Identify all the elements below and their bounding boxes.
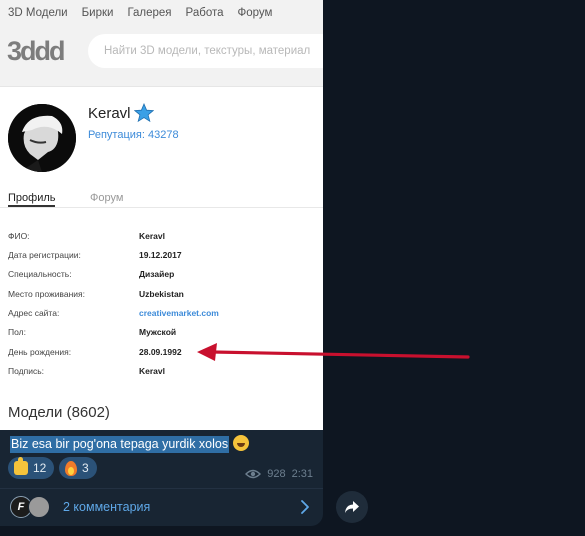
field-value: Uzbekistan <box>139 289 184 299</box>
field-label: Адрес сайта: <box>8 308 60 318</box>
view-count: 928 <box>267 468 286 480</box>
field-label: Подпись: <box>8 366 45 376</box>
field-value: 28.09.1992 <box>139 347 182 357</box>
reaction-count: 3 <box>82 461 89 475</box>
site-header: 3ddd Найти 3D модели, текстуры, материал <box>0 26 323 86</box>
tabs-divider <box>0 207 323 208</box>
star-icon <box>134 103 154 123</box>
nav-item-gallery: Галерея <box>127 7 172 19</box>
field-label: День рождения: <box>8 347 72 357</box>
site-search-field: Найти 3D модели, текстуры, материал <box>88 34 323 68</box>
caption-text: Biz esa bir pog'ona tepaga yurdik xolos <box>10 436 230 453</box>
reaction-count: 12 <box>33 461 47 475</box>
field-value-link: creativemarket.com <box>139 308 219 318</box>
field-value: Keravl <box>139 366 165 376</box>
share-button[interactable] <box>336 491 368 523</box>
header-divider <box>0 86 323 87</box>
profile-avatar <box>8 104 76 172</box>
fire-icon <box>65 460 77 476</box>
nav-item-work: Работа <box>185 7 224 19</box>
svg-text:3ddd: 3ddd <box>7 36 64 66</box>
field-value: 19.12.2017 <box>139 250 182 260</box>
tab-forum: Форум <box>90 192 124 204</box>
commenter-avatar <box>28 496 50 518</box>
models-heading: Модели (8602) <box>8 404 110 421</box>
comments-label: 2 комментария <box>63 500 151 514</box>
nav-item-models: 3D Модели <box>8 7 68 19</box>
comments-button[interactable]: F 2 комментария <box>0 489 323 526</box>
message-bubble: 3D Модели Бирки Галерея Работа Форум 3dd… <box>0 0 323 526</box>
red-arrow-annotation <box>197 343 470 361</box>
field-value: Дизайер <box>139 269 175 279</box>
profile-field-row: Место проживания: Uzbekistan <box>0 289 323 308</box>
profile-field-row: Подпись: Keravl <box>0 366 323 385</box>
laughing-emoji-icon <box>233 435 250 451</box>
nav-item-forum: Форум <box>237 7 273 19</box>
site-top-nav: 3D Модели Бирки Галерея Работа Форум <box>0 0 323 26</box>
profile-field-row: Дата регистрации: 19.12.2017 <box>0 250 323 269</box>
search-placeholder: Найти 3D модели, текстуры, материал <box>104 45 311 57</box>
tab-profile: Профиль <box>8 192 56 204</box>
field-label: Место проживания: <box>8 289 85 299</box>
profile-field-row: ФИО: Keravl <box>0 231 323 250</box>
message-caption: Biz esa bir pog'ona tepaga yurdik xolos <box>10 435 250 453</box>
profile-reputation: Репутация: 43278 <box>88 129 179 141</box>
message-meta: 928 2:31 <box>245 468 313 480</box>
nav-item-tags: Бирки <box>81 7 114 19</box>
reaction-fire[interactable]: 3 <box>59 457 97 479</box>
field-label: Пол: <box>8 327 26 337</box>
field-value: Мужской <box>139 327 177 337</box>
profile-field-row: Специальность: Дизайер <box>0 269 323 288</box>
field-label: Дата регистрации: <box>8 250 81 260</box>
share-arrow-icon <box>345 501 359 513</box>
profile-field-row: Адрес сайта: creativemarket.com <box>0 308 323 327</box>
thumbs-up-icon <box>14 457 28 475</box>
message-time: 2:31 <box>291 468 313 480</box>
field-label: Специальность: <box>8 269 72 279</box>
reaction-thumbs-up[interactable]: 12 <box>8 457 55 479</box>
chevron-right-icon <box>301 500 309 514</box>
site-logo: 3ddd <box>7 36 66 66</box>
field-value: Keravl <box>139 231 165 241</box>
profile-username: Keravl <box>88 105 131 122</box>
field-label: ФИО: <box>8 231 30 241</box>
eye-icon <box>245 469 262 479</box>
